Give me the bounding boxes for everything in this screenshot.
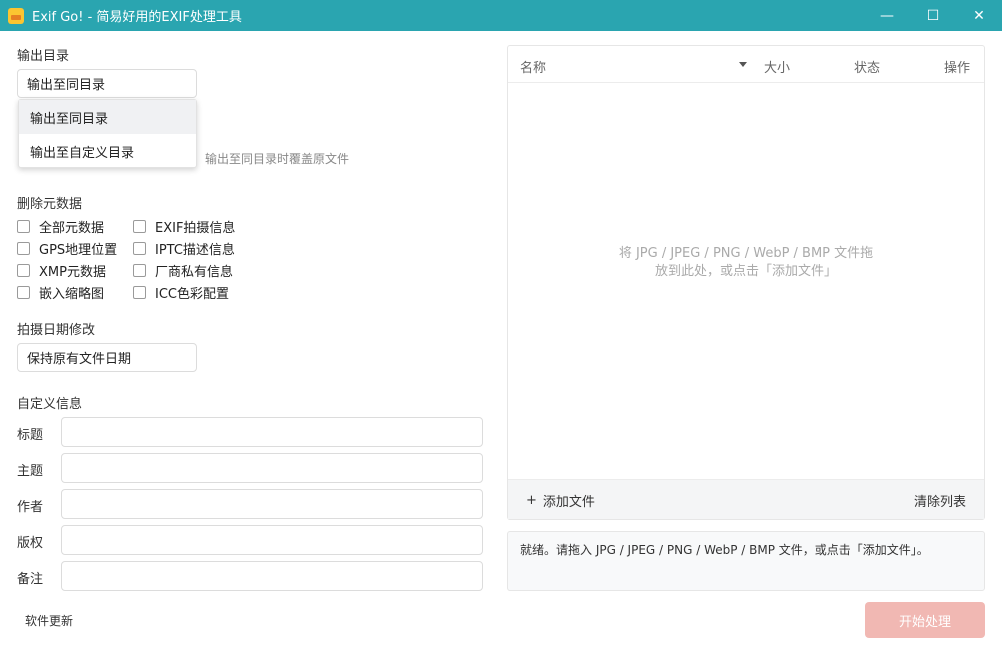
checkbox-box[interactable] (133, 220, 146, 233)
checkbox-label: EXIF拍摄信息 (155, 221, 236, 236)
drop-zone-hint: 将 JPG / JPEG / PNG / WebP / BMP 文件拖 放到此处… (508, 245, 984, 281)
column-action-header: 操作 (944, 61, 971, 76)
subject-input[interactable] (61, 453, 483, 483)
checkbox-icc[interactable]: ICC色彩配置 (133, 283, 229, 302)
checkbox-label: 全部元数据 (39, 221, 105, 236)
checkbox-box[interactable] (17, 242, 30, 255)
output-dir-dropdown: 输出至同目录 输出至自定义目录 (18, 99, 197, 168)
software-update-link[interactable]: 软件更新 (25, 612, 73, 629)
checkbox-xmp[interactable]: XMP元数据 (17, 261, 106, 280)
status-log: 就绪。请拖入 JPG / JPEG / PNG / WebP / BMP 文件，… (507, 531, 985, 591)
checkbox-label: IPTC描述信息 (155, 243, 235, 258)
status-log-text: 就绪。请拖入 JPG / JPEG / PNG / WebP / BMP 文件，… (520, 543, 929, 557)
table-header: 名称 大小 状态 操作 (508, 46, 984, 83)
checkbox-box[interactable] (17, 264, 30, 277)
title-input[interactable] (61, 417, 483, 447)
file-list-panel[interactable]: 名称 大小 状态 操作 将 JPG / JPEG / PNG / WebP / … (507, 45, 985, 520)
dropdown-option-custom-dir[interactable]: 输出至自定义目录 (19, 134, 196, 168)
add-file-label: 添加文件 (542, 495, 595, 510)
title-field-label: 标题 (17, 428, 44, 443)
dropdown-option-same-dir[interactable]: 输出至同目录 (19, 100, 196, 134)
checkbox-label: ICC色彩配置 (155, 287, 229, 302)
minimize-button[interactable]: — (864, 0, 910, 31)
checkbox-label: GPS地理位置 (39, 243, 118, 258)
checkbox-iptc[interactable]: IPTC描述信息 (133, 239, 235, 258)
checkbox-box[interactable] (17, 220, 30, 233)
output-dir-label: 输出目录 (17, 49, 70, 64)
date-modify-value: 保持原有文件日期 (27, 352, 132, 367)
notes-input[interactable] (61, 561, 483, 591)
date-modify-select[interactable]: 保持原有文件日期 (17, 343, 197, 372)
checkbox-vendor[interactable]: 厂商私有信息 (133, 261, 233, 280)
drop-hint-line-1: 将 JPG / JPEG / PNG / WebP / BMP 文件拖 (618, 246, 874, 261)
overwrite-hint: 输出至同目录时覆盖原文件 (205, 152, 350, 166)
checkbox-box[interactable] (133, 242, 146, 255)
window-title: Exif Go! - 简易好用的EXIF处理工具 (32, 10, 242, 25)
author-input[interactable] (61, 489, 483, 519)
output-dir-value: 输出至同目录 (27, 78, 106, 93)
checkbox-gps[interactable]: GPS地理位置 (17, 239, 117, 258)
window-controls: — ☐ ✕ (864, 0, 1002, 31)
subject-field-label: 主题 (17, 464, 44, 479)
checkbox-all-metadata[interactable]: 全部元数据 (17, 217, 104, 236)
output-dir-select[interactable]: 输出至同目录 (17, 69, 197, 98)
drop-hint-line-2: 放到此处，或点击「添加文件」 (654, 264, 837, 279)
file-list-footer: + 添加文件 清除列表 (508, 479, 984, 519)
start-process-button[interactable]: 开始处理 (865, 602, 985, 638)
checkbox-label: XMP元数据 (39, 265, 106, 280)
add-file-button[interactable]: + 添加文件 (526, 491, 595, 510)
title-bar: Exif Go! - 简易好用的EXIF处理工具 — ☐ ✕ (0, 0, 1002, 31)
app-logo-icon (8, 7, 24, 24)
copyright-input[interactable] (61, 525, 483, 555)
checkbox-box[interactable] (17, 286, 30, 299)
checkbox-label: 嵌入缩略图 (39, 287, 105, 302)
column-name-header[interactable]: 名称 (520, 57, 546, 76)
sort-caret-down-icon[interactable] (739, 62, 747, 67)
author-field-label: 作者 (17, 500, 44, 515)
remove-metadata-label: 删除元数据 (17, 197, 83, 212)
maximize-button[interactable]: ☐ (910, 0, 956, 31)
notes-field-label: 备注 (17, 572, 44, 587)
checkbox-label: 厂商私有信息 (155, 265, 234, 280)
plus-icon: + (526, 493, 537, 508)
copyright-field-label: 版权 (17, 536, 44, 551)
date-modify-label: 拍摄日期修改 (17, 323, 96, 338)
column-size-header[interactable]: 大小 (764, 57, 790, 76)
checkbox-box[interactable] (133, 286, 146, 299)
custom-info-label: 自定义信息 (17, 397, 83, 412)
column-status-header[interactable]: 状态 (854, 57, 880, 76)
clear-list-button[interactable]: 清除列表 (914, 491, 966, 510)
close-button[interactable]: ✕ (956, 0, 1002, 31)
checkbox-thumbnail[interactable]: 嵌入缩略图 (17, 283, 104, 302)
checkbox-box[interactable] (133, 264, 146, 277)
checkbox-exif[interactable]: EXIF拍摄信息 (133, 217, 235, 236)
